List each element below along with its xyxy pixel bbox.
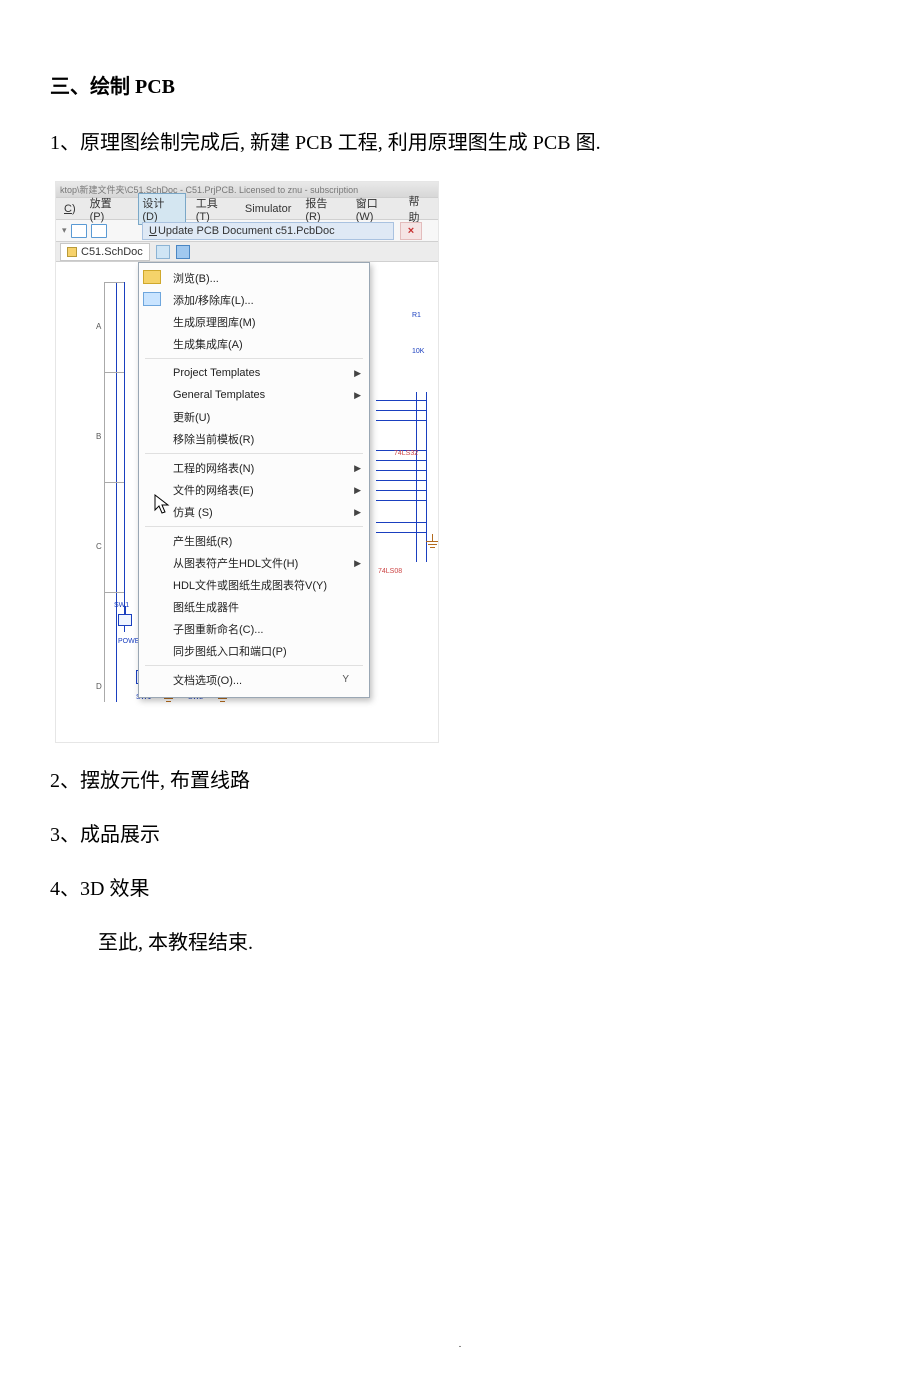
- footer-dot: .: [50, 1339, 870, 1349]
- menu-item-tools[interactable]: 工具(T): [192, 193, 235, 225]
- menu-item-general-templates[interactable]: General Templates ▶: [139, 384, 369, 406]
- workspace: A B C D: [56, 262, 438, 742]
- toolbar-arrow-icon[interactable]: [91, 224, 107, 238]
- menu-item-gen-sch-lib[interactable]: 生成原理图库(M): [139, 311, 369, 333]
- menu-item-place[interactable]: 放置 (P): [86, 193, 133, 225]
- library-icon: [143, 292, 161, 306]
- menu-item-sheet-from-hdl[interactable]: HDL文件或图纸生成图表符V(Y): [139, 574, 369, 596]
- menu-item-file-netlist[interactable]: 文件的网络表(E) ▶: [139, 479, 369, 501]
- document-tab-label: C51.SchDoc: [81, 246, 143, 258]
- menu-separator: [145, 358, 363, 359]
- menu-item-sync-ports[interactable]: 同步图纸入口和端口(P): [139, 640, 369, 662]
- menu-item-simulator[interactable]: Simulator: [241, 201, 295, 217]
- app-screenshot: ktop\新建文件夹\C51.SchDoc - C51.PrjPCB. Lice…: [55, 181, 439, 743]
- schdoc-file-icon: [67, 247, 77, 257]
- menubar: C) 放置 (P) 设计 (D) 工具(T) Simulator 报告(R) 窗…: [56, 198, 438, 220]
- label-74ls32: 74LS32: [394, 450, 418, 457]
- menu-item-c[interactable]: C): [60, 201, 80, 217]
- label-74ls08: 74LS08: [378, 568, 402, 575]
- update-pcb-menu-item[interactable]: UUpdate PCB Document c51.PcbDoc: [142, 222, 394, 240]
- submenu-arrow-icon: ▶: [354, 558, 361, 569]
- ruler-mark-c: C: [96, 542, 102, 551]
- document-tab-row: C51.SchDoc: [56, 242, 438, 262]
- menu-item-gen-int-lib[interactable]: 生成集成库(A): [139, 333, 369, 355]
- submenu-arrow-icon: ▶: [354, 463, 361, 474]
- menu-separator: [145, 665, 363, 666]
- menu-item-create-sheet[interactable]: 产生图纸(R): [139, 530, 369, 552]
- gnd-icon-3: [426, 534, 438, 548]
- ruler-mark-b: B: [96, 432, 101, 441]
- comp-sw1: [118, 614, 132, 626]
- submenu-arrow-icon: ▶: [354, 390, 361, 401]
- menu-item-update[interactable]: 更新(U): [139, 406, 369, 428]
- toolbar-caret-icon[interactable]: ▾: [62, 225, 67, 236]
- document-tab[interactable]: C51.SchDoc: [60, 243, 150, 261]
- step-3-text: 3、成品展示: [50, 819, 870, 851]
- step-2-text: 2、摆放元件, 布置线路: [50, 765, 870, 797]
- step-4-text: 4、3D 效果: [50, 873, 870, 905]
- ruler-mark-a: A: [96, 322, 101, 331]
- step-1-text: 1、原理图绘制完成后, 新建 PCB 工程, 利用原理图生成 PCB 图.: [50, 127, 870, 159]
- design-dropdown-menu: 浏览(B)... 添加/移除库(L)... 生成原理图库(M) 生成集成库(A)…: [138, 262, 370, 698]
- menu-item-remove-template[interactable]: 移除当前模板(R): [139, 428, 369, 450]
- menu-item-window[interactable]: 窗口(W): [352, 193, 399, 225]
- menu-item-design[interactable]: 设计 (D): [138, 193, 185, 225]
- closing-text: 至此, 本教程结束.: [98, 927, 870, 959]
- browse-icon: [143, 270, 161, 284]
- toolbar-zoom-icon[interactable]: [71, 224, 87, 238]
- ruler-mark-d: D: [96, 682, 102, 691]
- menu-item-hdl-from-symbol[interactable]: 从图表符产生HDL文件(H) ▶: [139, 552, 369, 574]
- menu-item-simulate[interactable]: 仿真 (S) ▶: [139, 501, 369, 523]
- menu-item-add-remove-lib[interactable]: 添加/移除库(L)...: [139, 289, 369, 311]
- menu-item-sheet-gen-device[interactable]: 图纸生成器件: [139, 596, 369, 618]
- menu-item-browse[interactable]: 浏览(B)...: [139, 267, 369, 289]
- menu-separator: [145, 453, 363, 454]
- submenu-arrow-icon: ▶: [354, 368, 361, 379]
- menu-item-report[interactable]: 报告(R): [301, 193, 345, 225]
- sidebar-icon-1[interactable]: [156, 245, 170, 259]
- menu-item-doc-options[interactable]: 文档选项(O)... Y: [139, 669, 369, 691]
- section-heading: 三、绘制 PCB: [50, 70, 870, 99]
- submenu-arrow-icon: ▶: [354, 507, 361, 518]
- label-10k: 10K: [412, 348, 424, 355]
- menu-item-project-netlist[interactable]: 工程的网络表(N) ▶: [139, 457, 369, 479]
- label-r1: R1: [412, 312, 421, 319]
- submenu-arrow-icon: ▶: [354, 485, 361, 496]
- label-sw1: SW1: [114, 602, 129, 609]
- menu-item-project-templates[interactable]: Project Templates ▶: [139, 362, 369, 384]
- update-pcb-label: Update PCB Document c51.PcbDoc: [158, 225, 335, 237]
- close-icon[interactable]: ×: [400, 222, 422, 240]
- menu-item-rename-child[interactable]: 子图重新命名(C)...: [139, 618, 369, 640]
- shortcut-hint: Y: [342, 674, 349, 685]
- sidebar-icon-2[interactable]: [176, 245, 190, 259]
- menu-separator: [145, 526, 363, 527]
- toolbar-row: ▾ UUpdate PCB Document c51.PcbDoc ×: [56, 220, 438, 242]
